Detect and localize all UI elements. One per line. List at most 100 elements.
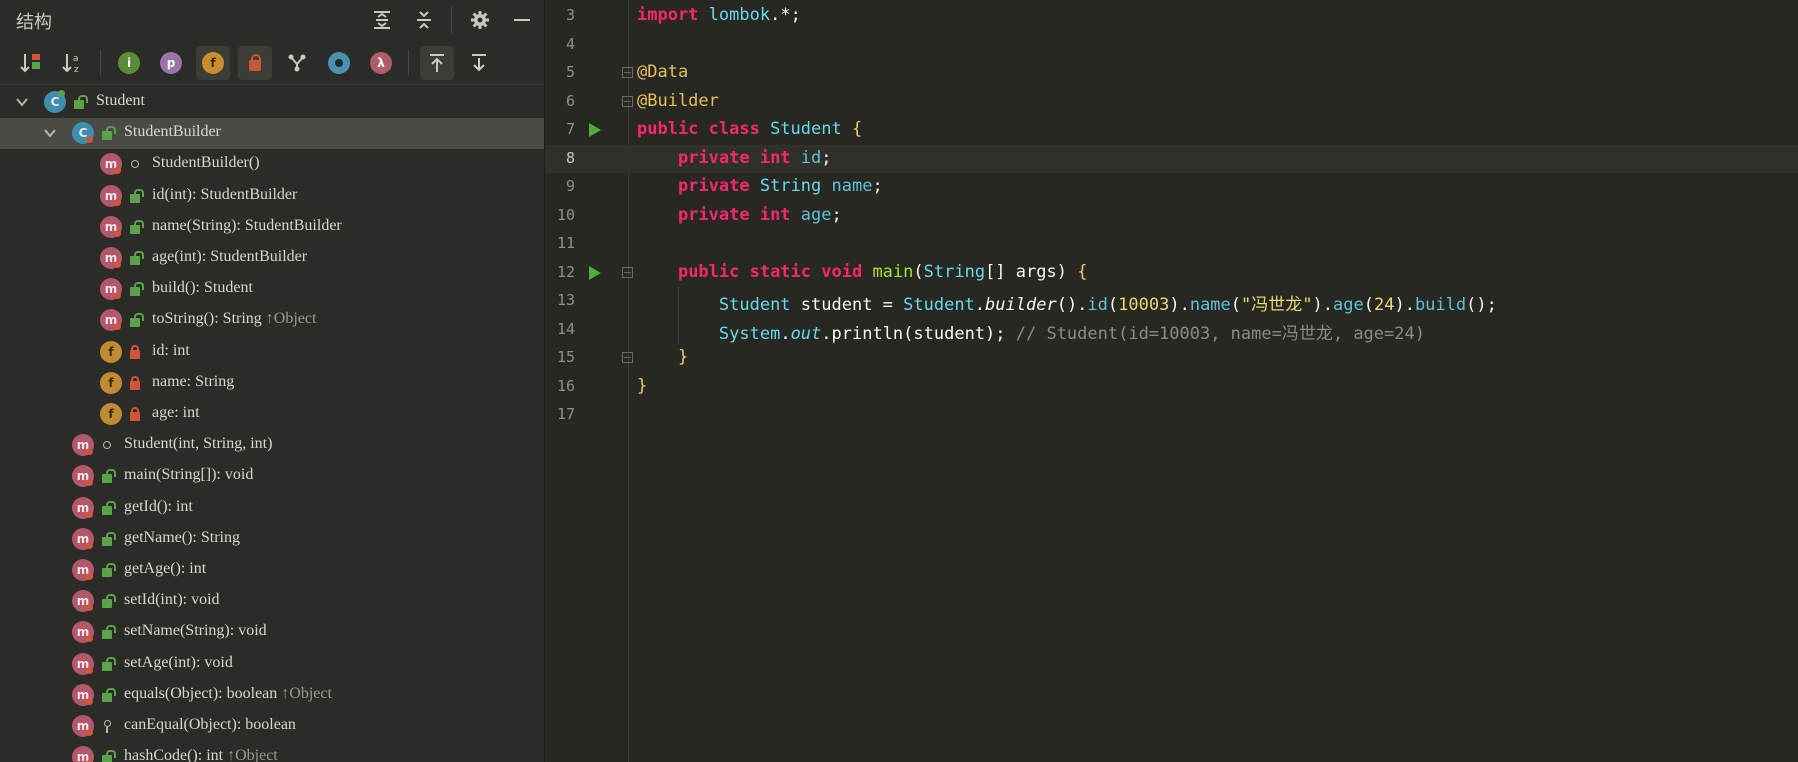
tree-row[interactable]: m setName(String): void — [0, 617, 544, 648]
show-inherited-icon[interactable]: i — [112, 46, 146, 80]
tree-row[interactable]: m getName(): String — [0, 524, 544, 555]
tree-row-text: Student — [96, 92, 145, 109]
show-fields-icon[interactable]: f — [196, 46, 230, 80]
chevron-down-icon[interactable] — [42, 126, 58, 142]
tree-row[interactable]: C Student — [0, 87, 544, 118]
fold-icon[interactable] — [622, 67, 633, 78]
show-properties-icon[interactable]: p — [154, 46, 188, 80]
run-gutter-icon[interactable] — [589, 265, 601, 280]
line-number: 10 — [556, 205, 575, 224]
code-line[interactable]: 16} — [545, 373, 1798, 401]
field-icon: f — [100, 371, 122, 394]
tree-row-label: Student(int, String, int) — [124, 435, 272, 453]
line-number: 4 — [565, 34, 575, 53]
public-visibility-icon — [100, 656, 116, 671]
line-number: 15 — [556, 348, 575, 366]
public-visibility-icon — [128, 313, 144, 328]
fold-icon[interactable] — [622, 352, 633, 363]
tree-row[interactable]: f id: int — [0, 337, 544, 368]
show-hierarchy-icon[interactable] — [280, 46, 314, 80]
inherited-from-label: ↑Object — [277, 684, 332, 702]
code-line[interactable]: 8 private int id; — [545, 144, 1798, 173]
code-line[interactable]: 12 public static void main(String[] args… — [545, 259, 1798, 287]
sort-alphabetically-icon[interactable]: az — [56, 46, 90, 80]
override-badge-icon — [86, 510, 93, 518]
line-number: 16 — [556, 376, 575, 395]
tree-row[interactable]: m getId(): int — [0, 493, 544, 524]
package-visibility-icon — [128, 157, 142, 171]
code-line[interactable]: 14 System.out.println(student); // Stude… — [545, 316, 1798, 344]
code-line[interactable]: 11 — [545, 230, 1798, 258]
tree-row[interactable]: m getAge(): int — [0, 555, 544, 586]
tree-row-label: setAge(int): void — [124, 654, 233, 672]
show-anonymous-classes-icon[interactable] — [322, 46, 356, 80]
line-number: 14 — [556, 319, 575, 338]
tree-row[interactable]: m StudentBuilder() — [0, 149, 544, 180]
scroll-from-source-icon[interactable] — [420, 46, 454, 80]
code-line[interactable]: 6 @Builder — [545, 88, 1798, 116]
expand-all-icon[interactable] — [366, 4, 398, 36]
tree-row[interactable]: m equals(Object): boolean ↑Object — [0, 680, 544, 711]
tree-row[interactable]: f name: String — [0, 368, 544, 399]
code-line[interactable]: 9 private String name; — [545, 173, 1798, 201]
tree-row[interactable]: m name(String): StudentBuilder — [0, 212, 544, 243]
override-badge-icon — [114, 198, 121, 206]
tree-row[interactable]: m canEqual(Object): boolean — [0, 711, 544, 742]
override-badge-icon — [86, 635, 93, 643]
line-number: 17 — [556, 405, 575, 423]
sort-by-visibility-icon[interactable] — [14, 46, 48, 80]
gear-icon[interactable] — [464, 4, 496, 36]
tree-row[interactable]: m main(String[]): void — [0, 461, 544, 492]
run-gutter-icon[interactable] — [589, 123, 601, 137]
collapse-all-icon[interactable] — [408, 4, 440, 36]
code-line[interactable]: 3 import lombok.*; — [545, 2, 1798, 30]
fold-icon[interactable] — [622, 266, 633, 278]
show-lambdas-icon[interactable]: λ — [364, 46, 398, 80]
code-text: public class Student { — [637, 119, 863, 139]
code-text: private String name; — [677, 176, 883, 196]
tree-row[interactable]: m hashCode(): int ↑Object — [0, 742, 544, 762]
tree-row[interactable]: m Student(int, String, int) — [0, 430, 544, 461]
public-visibility-icon — [100, 687, 116, 702]
tree-row[interactable]: m id(int): StudentBuilder — [0, 181, 544, 212]
svg-text:a: a — [73, 54, 79, 64]
code-line[interactable]: 5 @Data — [545, 59, 1798, 87]
tree-row-text: hashCode(): int — [124, 747, 224, 762]
tree-row[interactable]: m age(int): StudentBuilder — [0, 243, 544, 274]
code-line[interactable]: 10 private int age; — [545, 202, 1798, 230]
code-line[interactable]: 7 public class Student { — [545, 116, 1798, 144]
tree-row[interactable]: C StudentBuilder — [0, 118, 544, 150]
override-badge-icon — [114, 323, 121, 331]
tree-row[interactable]: m setAge(int): void — [0, 649, 544, 680]
private-visibility-icon — [128, 344, 142, 359]
override-badge-icon — [86, 729, 93, 736]
private-visibility-icon — [128, 375, 142, 390]
inherited-from-label: ↑Object — [223, 747, 278, 762]
line-number: 7 — [565, 120, 575, 138]
public-visibility-icon — [72, 95, 88, 109]
tree-row-text: StudentBuilder — [124, 123, 221, 141]
tree-row[interactable]: m setId(int): void — [0, 586, 544, 617]
autoscroll-to-source-icon[interactable] — [462, 46, 496, 80]
tree-row[interactable]: m toString(): String ↑Object — [0, 305, 544, 336]
tree-row[interactable]: m build(): Student — [0, 274, 544, 305]
public-visibility-icon — [128, 282, 144, 297]
show-non-public-icon[interactable] — [238, 46, 272, 80]
tree-row-text: toString(): String — [152, 310, 262, 328]
code-text: import lombok.*; — [637, 5, 801, 25]
tree-row-text: equals(Object): boolean — [124, 684, 278, 702]
code-line[interactable]: 13 Student student = Student.builder().i… — [545, 287, 1798, 315]
tree-row[interactable]: f age: int — [0, 399, 544, 430]
tree-row-label: age(int): StudentBuilder — [152, 248, 307, 266]
tree-row-label: equals(Object): boolean ↑Object — [124, 685, 332, 703]
indent-guide — [678, 287, 679, 344]
minimize-icon[interactable] — [506, 4, 538, 36]
protected-visibility-icon — [100, 719, 114, 733]
code-line[interactable]: 17 — [545, 401, 1798, 429]
chevron-down-icon[interactable] — [14, 95, 30, 111]
code-line[interactable]: 15 } — [545, 344, 1798, 372]
line-number: 6 — [565, 91, 575, 110]
fold-icon[interactable] — [622, 95, 633, 107]
code-line[interactable]: 4 — [545, 31, 1798, 59]
code-text: System.out.println(student); // Student(… — [718, 323, 1425, 344]
